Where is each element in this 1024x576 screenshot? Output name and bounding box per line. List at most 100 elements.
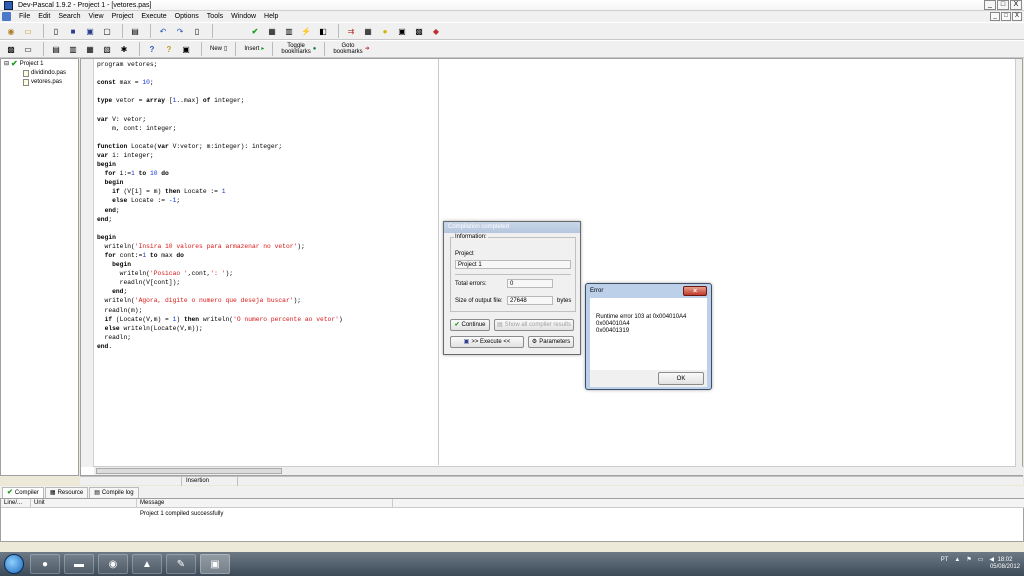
tree-item-file[interactable]: dividindo.pas bbox=[23, 69, 66, 77]
code-line[interactable]: const max = 10; bbox=[97, 78, 343, 87]
code-line[interactable] bbox=[97, 105, 343, 114]
expand-icon[interactable]: ⊟ bbox=[4, 60, 9, 68]
network-icon[interactable]: ▭ bbox=[978, 556, 984, 563]
explorer-icon[interactable]: ▬ bbox=[64, 554, 94, 574]
code-line[interactable] bbox=[97, 133, 343, 142]
menu-edit[interactable]: Edit bbox=[34, 11, 54, 22]
code-line[interactable]: begin bbox=[97, 260, 343, 269]
minimize-button[interactable]: _ bbox=[984, 0, 996, 10]
tree-root-project[interactable]: ⊟ ✔ Project 1 bbox=[4, 60, 43, 68]
tools-icon[interactable]: ✱ bbox=[117, 42, 131, 56]
toggle-bookmarks-button[interactable]: Toggle bookmarks ● bbox=[278, 43, 319, 55]
parameters-button[interactable]: ⚙ Parameters bbox=[528, 336, 574, 348]
debug-icon[interactable]: ◧ bbox=[316, 24, 330, 38]
code-line[interactable]: for cont:=1 to max do bbox=[97, 251, 343, 260]
code-line[interactable]: end. bbox=[97, 342, 343, 351]
database-icon[interactable]: ▦ bbox=[83, 42, 97, 56]
redo-icon[interactable]: ↷ bbox=[173, 24, 187, 38]
class-browser-icon[interactable]: ▣ bbox=[395, 24, 409, 38]
code-line[interactable]: begin bbox=[97, 178, 343, 187]
code-line[interactable]: var V: vetor; bbox=[97, 115, 343, 124]
project-icon[interactable]: ▩ bbox=[4, 42, 18, 56]
start-button[interactable] bbox=[4, 554, 24, 574]
code-line[interactable]: writeln('Insira 10 valores para armazena… bbox=[97, 242, 343, 251]
tab-compiler[interactable]: ✔ Compiler bbox=[2, 486, 44, 498]
debug-run-icon[interactable]: ▧ bbox=[100, 42, 114, 56]
code-line[interactable]: begin bbox=[97, 233, 343, 242]
paint-icon[interactable]: ✎ bbox=[166, 554, 196, 574]
package-icon[interactable]: ▩ bbox=[412, 24, 426, 38]
save-all-icon[interactable]: ▣ bbox=[83, 24, 97, 38]
code-line[interactable]: function Locate(var V:vetor; m:integer):… bbox=[97, 142, 343, 151]
menu-view[interactable]: View bbox=[85, 11, 108, 22]
save-icon[interactable]: ■ bbox=[66, 24, 80, 38]
table-row[interactable]: Project 1 compiled successfully bbox=[1, 510, 1024, 519]
code-line[interactable]: if (Locate(V,m) = 1) then writeln('O num… bbox=[97, 315, 343, 324]
add-to-project-icon[interactable]: ▦ bbox=[361, 24, 375, 38]
chrome-alt-icon[interactable]: ● bbox=[30, 554, 60, 574]
menu-tools[interactable]: Tools bbox=[203, 11, 227, 22]
tab-compile-log[interactable]: ▤ Compile log bbox=[89, 486, 139, 498]
code-line[interactable]: var i: integer; bbox=[97, 151, 343, 160]
execute-icon[interactable]: ▥ bbox=[66, 42, 80, 56]
code-line[interactable]: else Locate := -1; bbox=[97, 196, 343, 205]
uninstall-icon[interactable]: ◆ bbox=[429, 24, 443, 38]
code-line[interactable]: end; bbox=[97, 215, 343, 224]
scrollbar-thumb[interactable] bbox=[96, 468, 282, 474]
code-line[interactable]: readln(V[cont]); bbox=[97, 278, 343, 287]
code-line[interactable]: type vetor = array [1..max] of integer; bbox=[97, 96, 343, 105]
close-icon[interactable]: × bbox=[683, 286, 707, 296]
menu-file[interactable]: File bbox=[15, 11, 34, 22]
compile-file-icon[interactable]: ▤ bbox=[49, 42, 63, 56]
horizontal-scrollbar[interactable] bbox=[94, 466, 1024, 475]
open-project-icon[interactable]: ◉ bbox=[4, 24, 18, 38]
code-line[interactable]: for i:=1 to 10 do bbox=[97, 169, 343, 178]
language-indicator[interactable]: PT bbox=[941, 557, 949, 563]
document-icon[interactable] bbox=[2, 12, 11, 21]
insert-button[interactable]: Insert ▸ bbox=[241, 46, 267, 52]
execute-button[interactable]: ▣ >> Execute << bbox=[450, 336, 524, 348]
code-text[interactable]: program vetores; const max = 10; type ve… bbox=[97, 60, 343, 351]
code-line[interactable]: writeln('Posicao ',cont,': '); bbox=[97, 269, 343, 278]
code-line[interactable]: readln(m); bbox=[97, 306, 343, 315]
compile-check-icon[interactable]: ✔ bbox=[248, 24, 262, 38]
mdi-minimize-button[interactable]: _ bbox=[990, 12, 1000, 21]
menu-project[interactable]: Project bbox=[108, 11, 138, 22]
window-list-icon[interactable]: ▭ bbox=[21, 42, 35, 56]
chrome-icon[interactable]: ◉ bbox=[98, 554, 128, 574]
find-icon[interactable]: ▯ bbox=[190, 24, 204, 38]
print-icon[interactable]: ▤ bbox=[128, 24, 142, 38]
devpascal-taskbar-icon[interactable]: ▣ bbox=[200, 554, 230, 574]
web-icon[interactable]: ▣ bbox=[179, 42, 193, 56]
column-message[interactable]: Message bbox=[137, 499, 393, 508]
tray-arrow-icon[interactable]: ▲ bbox=[954, 557, 960, 563]
code-line[interactable]: begin bbox=[97, 160, 343, 169]
compile-run-icon[interactable]: ▥ bbox=[282, 24, 296, 38]
run-icon[interactable]: ▦ bbox=[265, 24, 279, 38]
maximize-button[interactable]: □ bbox=[997, 0, 1009, 10]
menu-options[interactable]: Options bbox=[171, 11, 203, 22]
help-icon[interactable]: ? bbox=[145, 42, 159, 56]
menu-help[interactable]: Help bbox=[260, 11, 282, 22]
continue-button[interactable]: ✔ Continue bbox=[450, 319, 490, 331]
show-results-button[interactable]: ▤ Show all compiler results bbox=[494, 319, 574, 331]
new-button[interactable]: New ▯ bbox=[207, 46, 230, 52]
close-button[interactable]: X bbox=[1010, 0, 1022, 10]
goto-bookmarks-button[interactable]: Goto bookmarks ➜ bbox=[330, 43, 372, 55]
code-line[interactable]: readln; bbox=[97, 333, 343, 342]
menu-execute[interactable]: Execute bbox=[137, 11, 170, 22]
new-file-icon[interactable]: ▯ bbox=[49, 24, 63, 38]
vertical-scrollbar[interactable] bbox=[1015, 59, 1022, 467]
column-unit[interactable]: Unit bbox=[31, 499, 137, 508]
mdi-restore-button[interactable]: □ bbox=[1001, 12, 1011, 21]
open-file-icon[interactable]: ▭ bbox=[21, 24, 35, 38]
code-line[interactable]: if (V[i] = m) then Locate := 1 bbox=[97, 187, 343, 196]
column-line[interactable]: Line/... bbox=[1, 499, 31, 508]
undo-icon[interactable]: ↶ bbox=[156, 24, 170, 38]
code-line[interactable] bbox=[97, 224, 343, 233]
code-line[interactable]: program vetores; bbox=[97, 60, 343, 69]
project-options-icon[interactable]: ⇉ bbox=[344, 24, 358, 38]
clock[interactable]: 18:02 05/08/2012 bbox=[990, 557, 1020, 571]
code-line[interactable] bbox=[97, 69, 343, 78]
code-line[interactable]: end; bbox=[97, 206, 343, 215]
